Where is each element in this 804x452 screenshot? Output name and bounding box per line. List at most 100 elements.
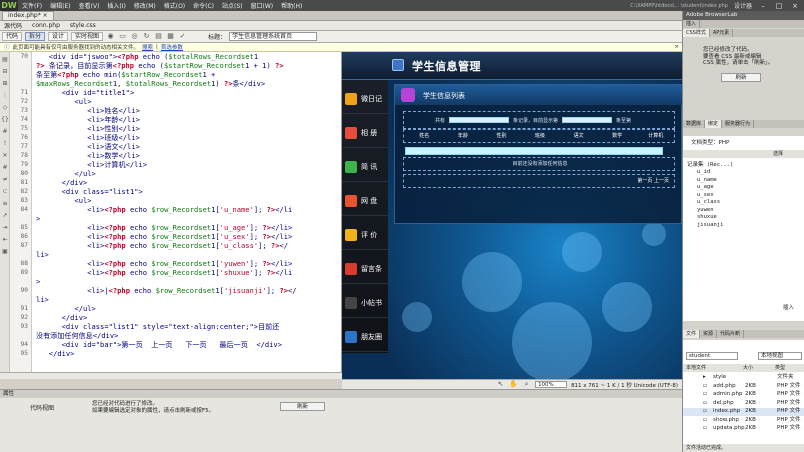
sidebar-item[interactable]: 微日记 — [342, 84, 388, 114]
related-style[interactable]: style.css — [70, 22, 96, 29]
menu-edit[interactable]: 编辑(E) — [46, 1, 74, 10]
visual-aids-icon[interactable]: ▦ — [166, 32, 175, 41]
workspace-switcher[interactable]: 设计器 — [734, 1, 752, 10]
file-row[interactable]: ▫ updata.php 2KB PHP 文件 — [683, 425, 804, 433]
close-button[interactable]: × — [790, 2, 800, 10]
collapse-tag-icon[interactable]: ⊟ — [1, 68, 9, 76]
wrap-tag-icon[interactable]: ⊂ — [1, 188, 9, 196]
code-line[interactable]: <li><?php echo $row_Recordset1['u_class'… — [36, 241, 288, 250]
sidebar-item[interactable]: 小帖书 — [342, 288, 388, 318]
menu-window[interactable]: 窗口(W) — [247, 1, 278, 10]
collapse-selection-icon[interactable]: ⊞ — [1, 80, 9, 88]
binding-field[interactable]: u_name — [697, 177, 717, 183]
sidebar-item[interactable]: 相 册 — [342, 118, 388, 148]
code-line[interactable]: li> — [36, 295, 49, 304]
binding-field[interactable]: shuxue — [697, 214, 717, 220]
recent-snippets-icon[interactable]: ≡ — [1, 200, 9, 208]
file-row[interactable]: ▫ show.php 2KB PHP 文件 — [683, 417, 804, 425]
code-line[interactable]: <li>数学</li> — [36, 151, 140, 160]
sidebar-item[interactable]: 评 价 — [342, 220, 388, 250]
inspect-icon[interactable]: ◉ — [106, 32, 115, 41]
code-line[interactable]: <li><?php echo $row_Recordset1['shuxue']… — [36, 268, 292, 277]
binding-field[interactable]: yuwen — [697, 207, 714, 213]
code-line[interactable]: <li>班级</li> — [36, 133, 140, 142]
code-line[interactable]: ?> 条记录，目前显示第<?php echo ($startRow_Record… — [36, 61, 284, 70]
code-line[interactable]: </ul> — [36, 304, 95, 313]
zoom-select[interactable]: 100% — [535, 381, 568, 388]
menu-file[interactable]: 文件(F) — [18, 1, 46, 10]
pager-links[interactable]: 第一页 上一页 — [405, 176, 675, 186]
tab-bindings[interactable]: 绑定 — [705, 120, 723, 128]
design-view[interactable]: 学生信息管理 微日记相 册简 讯网 盘评 价留言条 小帖书 朋友圈 学生信息列表 共… — [342, 52, 682, 379]
menu-command[interactable]: 命令(C) — [189, 1, 218, 10]
code-line[interactable]: <ul> — [36, 196, 91, 205]
open-documents-icon[interactable]: ▤ — [1, 56, 9, 64]
code-line[interactable]: <div class="list1" style="text-align:cen… — [36, 322, 280, 331]
tab-files[interactable]: 文件 — [683, 330, 701, 338]
outdent-icon[interactable]: ⇤ — [1, 236, 9, 244]
binding-field[interactable]: u_age — [697, 184, 714, 190]
code-line[interactable]: <li><?php echo $row_Recordset1['u_age'];… — [36, 223, 292, 232]
code-view-button[interactable]: 代码 — [2, 32, 23, 41]
code-view[interactable]: ▤ ⊟ ⊞ ⋮ ◇ {} # ! ✕ # ≠ ⊂ ≡ ↗ ⇥ ⇤ ▣ <div … — [0, 52, 342, 372]
code-line[interactable]: <div class="list1"> — [36, 187, 143, 196]
code-line[interactable]: <li><?php echo $row_Recordset1['u_sex'];… — [36, 232, 292, 241]
file-row[interactable]: ▫ add.php 2KB PHP 文件 — [683, 383, 804, 391]
binding-field[interactable]: u_sex — [697, 192, 714, 198]
code-line[interactable]: <li><?php echo $row_Recordset1['yuwen'];… — [36, 259, 292, 268]
expand-all-icon[interactable]: ⋮ — [1, 92, 9, 100]
binding-field[interactable]: u_class — [697, 199, 720, 205]
tab-close-icon[interactable]: × — [43, 12, 48, 19]
sidebar-item[interactable]: 网 盘 — [342, 186, 388, 216]
code-line[interactable]: </div> — [36, 313, 88, 322]
refresh-icon[interactable]: ↻ — [142, 32, 151, 41]
tab-insert[interactable]: 插入 — [683, 20, 701, 28]
code-line[interactable]: </div> — [36, 178, 88, 187]
tab-css-styles[interactable]: CSS样式 — [683, 29, 710, 37]
code-line[interactable]: li> — [36, 250, 49, 259]
tab-databases[interactable]: 数据库 — [683, 120, 706, 128]
check-icon[interactable]: ✓ — [178, 32, 187, 41]
code-line[interactable]: <li>性别</li> — [36, 124, 140, 133]
code-line[interactable]: <div id="title1"> — [36, 88, 135, 97]
line-numbers-icon[interactable]: # — [1, 128, 9, 136]
properties-refresh-button[interactable]: 刷新 — [280, 402, 325, 411]
select-parent-tag-icon[interactable]: ◇ — [1, 104, 9, 112]
highlight-invalid-icon[interactable]: ! — [1, 140, 9, 148]
recordset-node[interactable]: 记录集 (Rec...) — [687, 160, 733, 168]
sidebar-item[interactable]: 简 讯 — [342, 152, 388, 182]
live-view-button[interactable]: 实时视图 — [71, 32, 104, 41]
balance-braces-icon[interactable]: {} — [1, 116, 9, 124]
binding-field[interactable]: u_id — [697, 169, 710, 175]
code-line[interactable]: > — [36, 277, 40, 286]
file-row[interactable]: ▫ index.php 2KB PHP 文件 — [683, 408, 804, 416]
menu-site[interactable]: 站点(S) — [218, 1, 247, 10]
minimize-button[interactable]: – — [758, 2, 768, 10]
info-preferences-link[interactable]: 首选参数 — [161, 43, 183, 51]
indent-icon[interactable]: ⇥ — [1, 224, 9, 232]
code-line[interactable]: </div> — [36, 349, 75, 358]
tab-snippets[interactable]: 代码片断 — [717, 330, 745, 338]
sidebar-item[interactable]: 朋友圈 — [342, 322, 388, 352]
site-select[interactable]: student — [686, 352, 738, 360]
syntax-error-icon[interactable]: ✕ — [1, 152, 9, 160]
code-line[interactable]: $maxRows_Recordset1, $totalRows_Recordse… — [36, 79, 265, 88]
code-line[interactable]: <ul> — [36, 97, 91, 106]
split-view-button[interactable]: 拆分 — [25, 32, 46, 41]
hand-tool-icon[interactable]: ✋ — [509, 380, 518, 389]
code-line[interactable]: <li><?php echo $row_Recordset1['u_name']… — [36, 205, 292, 214]
file-row[interactable]: ▫ del.php 2KB PHP 文件 — [683, 400, 804, 408]
related-conn[interactable]: conn.php — [32, 22, 60, 29]
code-line[interactable]: > — [36, 214, 40, 223]
code-line[interactable]: </ul> — [36, 169, 95, 178]
tab-assets[interactable]: 资源 — [700, 330, 718, 338]
page-title-input[interactable]: 学生信息管理系统首页 — [229, 32, 318, 41]
view-options-icon[interactable]: ▤ — [154, 32, 163, 41]
menu-help[interactable]: 帮助(H) — [277, 1, 306, 10]
file-row[interactable]: ▫ admin.php 2KB PHP 文件 — [683, 391, 804, 399]
view-select[interactable]: 本地视图 — [758, 352, 802, 360]
code-line[interactable]: <li>语文</li> — [36, 142, 140, 151]
remove-comment-icon[interactable]: ≠ — [1, 176, 9, 184]
code-line[interactable]: <li>计算机</li> — [36, 160, 147, 169]
code-line[interactable]: <li>姓名</li> — [36, 106, 140, 115]
